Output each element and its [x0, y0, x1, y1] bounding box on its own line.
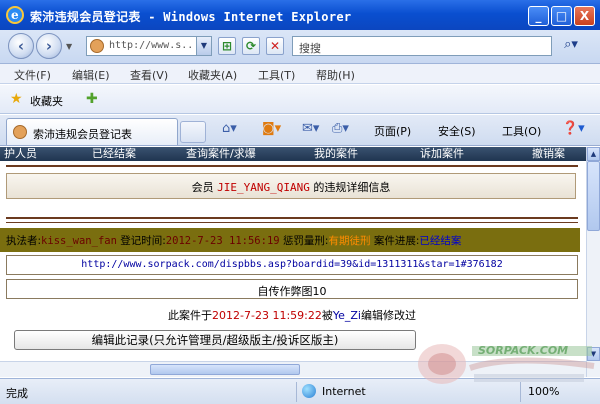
vertical-scroll-thumb[interactable]: [587, 161, 600, 231]
modified-suffix: 编辑修改过: [360, 309, 416, 322]
reason-text: 自传作弊图10: [257, 285, 327, 298]
refresh-icon[interactable]: ⟳: [242, 37, 260, 55]
penalty-value: 有期徒刑: [328, 235, 371, 247]
add-favorite-icon[interactable]: ✚: [86, 91, 98, 107]
modified-by: Ye_Zi: [332, 309, 361, 322]
print-icon[interactable]: ⎙▾: [332, 121, 349, 136]
history-dropdown-icon[interactable]: ▼: [66, 42, 72, 51]
internet-zone-icon[interactable]: [302, 384, 316, 398]
site-nav-item[interactable]: 撤销案: [532, 147, 565, 161]
evidence-link-row: http://www.sorpack.com/dispbbs.asp?board…: [6, 255, 578, 275]
site-nav-band: 护人员 已经结案 查询案件/求爆 我的案件 诉加案件 撤销案: [0, 147, 586, 161]
menu-tools[interactable]: 工具(T): [258, 67, 295, 83]
site-nav-item[interactable]: 诉加案件: [420, 147, 464, 161]
mail-icon[interactable]: ✉▾: [302, 121, 319, 136]
window-title: 索沛违规会员登记表 - Windows Internet Explorer: [30, 10, 352, 24]
zone-text[interactable]: Internet: [322, 385, 366, 398]
menu-view[interactable]: 查看(V): [130, 67, 168, 83]
tab-active[interactable]: 索沛违规会员登记表: [6, 118, 178, 145]
reason-row: 自传作弊图10: [6, 279, 578, 299]
menu-favorites[interactable]: 收藏夹(A): [188, 67, 237, 83]
member-name: JIE_YANG_QIANG: [217, 181, 310, 194]
address-bar: ‹ › ▼ http://www.s.. ▼ ⊞ ⟳ ✕ 搜搜 ⌕▾: [0, 30, 600, 64]
search-placeholder: 搜搜: [299, 42, 321, 55]
status-divider: [296, 382, 297, 402]
help-icon[interactable]: ❓▾: [562, 121, 585, 136]
progress-label: 案件进展:: [373, 235, 420, 247]
site-nav-item[interactable]: 护人员: [4, 147, 37, 161]
address-input[interactable]: http://www.s..: [86, 36, 212, 56]
menu-edit[interactable]: 编辑(E): [72, 67, 110, 83]
evidence-link[interactable]: http://www.sorpack.com/dispbbs.asp?board…: [7, 259, 577, 270]
site-nav-item[interactable]: 已经结案: [92, 147, 136, 161]
watermark-text: SORPACK.COM: [478, 344, 569, 357]
minimize-button[interactable]: _: [528, 6, 549, 26]
edit-record-button[interactable]: 编辑此记录(只允许管理员/超级版主/投诉区版主): [14, 330, 416, 350]
time-label: 登记时间:: [120, 235, 166, 247]
page-menu-button[interactable]: 页面(P): [374, 123, 411, 139]
home-icon[interactable]: ⌂▾: [222, 121, 237, 136]
tools-menu-button[interactable]: 工具(O): [502, 123, 541, 139]
tab-label: 索沛违规会员登记表: [33, 128, 132, 141]
back-icon[interactable]: ‹: [8, 33, 34, 59]
menu-bar: 文件(F) 编辑(E) 查看(V) 收藏夹(A) 工具(T) 帮助(H): [0, 64, 600, 84]
tab-favicon-icon: [13, 125, 27, 139]
record-time: 2012-7-23 11:56:19: [165, 235, 280, 247]
feeds-icon[interactable]: ◙▾: [262, 121, 281, 136]
status-text: 完成: [6, 387, 28, 400]
favorites-star-icon[interactable]: ★: [10, 91, 23, 107]
penalty-label: 惩罚量刑:: [282, 235, 329, 247]
compatibility-icon[interactable]: ⊞: [218, 37, 236, 55]
new-tab-button[interactable]: [180, 121, 206, 143]
ie-logo-icon: e: [6, 6, 24, 24]
safety-menu-button[interactable]: 安全(S): [438, 123, 476, 139]
sorpack-watermark: SORPACK.COM: [412, 338, 600, 386]
divider: [6, 222, 578, 223]
modified-by-label: 被: [321, 309, 333, 322]
modified-time: 2012-7-23 11:59:22: [212, 309, 322, 322]
title-bar: e 索沛违规会员登记表 - Windows Internet Explorer …: [0, 0, 600, 30]
divider: [6, 165, 578, 167]
progress-value: 已经结案: [419, 235, 462, 247]
site-nav-item[interactable]: 我的案件: [314, 147, 358, 161]
header-suffix: 的违规详细信息: [313, 181, 391, 194]
scroll-up-icon[interactable]: ▲: [587, 147, 600, 161]
tab-row: 索沛违规会员登记表 ⌂▾ ◙▾ ✉▾ ⎙▾ 页面(P) 安全(S) 工具(O) …: [0, 115, 600, 146]
divider: [6, 217, 578, 219]
menu-help[interactable]: 帮助(H): [316, 67, 355, 83]
address-dropdown-icon[interactable]: ▼: [196, 37, 211, 55]
search-input[interactable]: 搜搜: [292, 36, 552, 56]
maximize-button[interactable]: □: [551, 6, 572, 26]
record-summary-bar: 执法者:kiss_wan_fan 登记时间:2012-7-23 11:56:19…: [0, 228, 580, 252]
modified-prefix: 此案件于: [168, 309, 213, 322]
stop-icon[interactable]: ✕: [266, 37, 284, 55]
site-favicon-icon: [90, 39, 104, 53]
search-icon[interactable]: ⌕▾: [556, 36, 586, 56]
favorites-bar: ★ 收藏夹 ✚: [0, 85, 600, 114]
favorites-label[interactable]: 收藏夹: [30, 93, 63, 109]
horizontal-scroll-thumb[interactable]: [150, 364, 300, 375]
modified-row: 此案件于2012-7-23 11:59:22被Ye_Zi编辑修改过: [6, 303, 578, 325]
officer-label: 执法者:: [6, 235, 42, 247]
address-url: http://www.s..: [109, 40, 194, 51]
close-button[interactable]: X: [574, 6, 595, 26]
site-nav-item[interactable]: 查询案件/求爆: [186, 147, 256, 161]
forward-icon[interactable]: ›: [36, 33, 62, 59]
menu-file[interactable]: 文件(F): [14, 67, 51, 83]
header-prefix: 会员: [191, 181, 214, 194]
zoom-level[interactable]: 100%: [528, 385, 559, 398]
record-header: 会员 JIE_YANG_QIANG 的违规详细信息: [6, 173, 576, 199]
officer-name: kiss_wan_fan: [41, 235, 117, 247]
